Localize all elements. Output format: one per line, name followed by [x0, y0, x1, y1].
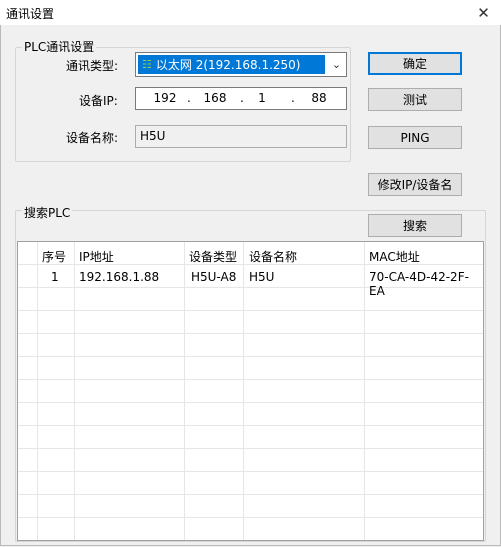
device-ip-field[interactable]: 192 . 168 . 1 . 88 [135, 87, 347, 110]
cell-device-name: H5U [249, 270, 275, 284]
device-name-value: H5U [140, 129, 166, 143]
grid-line [18, 356, 483, 357]
ip-dot: . [240, 91, 244, 105]
device-name-field: H5U [135, 125, 347, 148]
column-header-ip[interactable]: IP地址 [79, 248, 114, 265]
ip-octet-4[interactable]: 88 [304, 91, 334, 105]
ip-octet-1[interactable]: 192 [150, 91, 180, 105]
grid-line [18, 494, 483, 495]
ok-button[interactable]: 确定 [368, 52, 462, 75]
modify-ip-name-button[interactable]: 修改IP/设备名 [368, 173, 462, 196]
cell-index: 1 [51, 270, 59, 284]
search-button[interactable]: 搜索 [368, 214, 462, 237]
title-bar [0, 0, 501, 25]
chevron-down-icon[interactable]: ⌄ [327, 53, 346, 76]
grid-line [18, 402, 483, 403]
ping-button[interactable]: PING [368, 126, 462, 149]
ip-octet-3[interactable]: 1 [247, 91, 277, 105]
ip-octet-2[interactable]: 168 [200, 91, 230, 105]
comm-type-selected: ☷ 以太网 2(192.168.1.250) [138, 55, 325, 74]
comm-type-label: 通讯类型: [66, 59, 119, 73]
grid-line [18, 333, 483, 334]
grid-line [18, 517, 483, 518]
cell-device-type: H5U-A8 [191, 270, 237, 284]
plc-settings-legend: PLC通讯设置 [22, 38, 97, 55]
comm-type-value: 以太网 2(192.168.1.250) [155, 58, 301, 72]
grid-line [18, 448, 483, 449]
grid-line [18, 379, 483, 380]
column-header-index[interactable]: 序号 [42, 248, 66, 265]
column-header-mac[interactable]: MAC地址 [369, 248, 420, 265]
device-name-label: 设备名称: [66, 131, 119, 145]
cell-mac: 70-CA-4D-42-2F-EA [369, 270, 469, 298]
grid-line [18, 471, 483, 472]
device-ip-label: 设备IP: [79, 94, 118, 108]
search-plc-legend: 搜索PLC [22, 204, 73, 221]
column-header-device-name[interactable]: 设备名称 [249, 248, 297, 265]
column-header-device-type[interactable]: 设备类型 [189, 248, 237, 265]
grid-line [18, 310, 483, 311]
cell-ip: 192.168.1.88 [79, 270, 160, 284]
ip-dot: . [187, 91, 191, 105]
network-icon: ☷ [142, 58, 152, 71]
plc-results-table[interactable]: 序号 IP地址 设备类型 设备名称 MAC地址 1 192.168.1.88 H… [17, 241, 484, 541]
comm-type-select[interactable]: ☷ 以太网 2(192.168.1.250) ⌄ [135, 52, 347, 77]
ip-dot: . [291, 91, 295, 105]
close-button[interactable]: ✕ [466, 0, 501, 25]
window-title: 通讯设置 [6, 7, 55, 21]
close-icon: ✕ [477, 3, 490, 22]
test-button[interactable]: 测试 [368, 88, 462, 111]
grid-line [18, 425, 483, 426]
